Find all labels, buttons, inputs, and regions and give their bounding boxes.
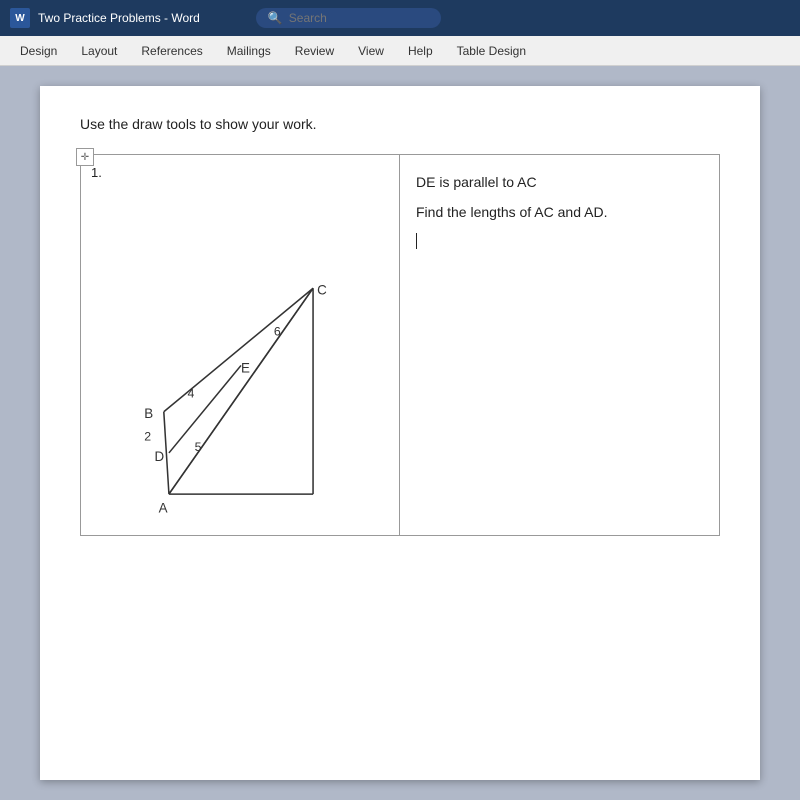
instruction-text: Use the draw tools to show your work. (80, 116, 720, 132)
tab-view[interactable]: View (346, 36, 396, 65)
tab-design[interactable]: Design (8, 36, 69, 65)
problem-table: 1. (80, 154, 720, 536)
document-area: Use the draw tools to show your work. ✛ … (0, 66, 800, 800)
geometry-diagram: A B C D E 2 4 (91, 175, 391, 525)
app-title: Two Practice Problems - Word (38, 11, 200, 25)
svg-text:4: 4 (187, 386, 194, 400)
ribbon-tabs: Design Layout References Mailings Review… (0, 36, 800, 66)
tab-references[interactable]: References (129, 36, 214, 65)
tab-review[interactable]: Review (283, 36, 346, 65)
svg-text:D: D (155, 449, 165, 464)
tab-help[interactable]: Help (396, 36, 445, 65)
tab-mailings[interactable]: Mailings (215, 36, 283, 65)
svg-text:E: E (241, 361, 250, 376)
search-icon: 🔍 (268, 11, 283, 25)
search-bar[interactable]: 🔍 (256, 8, 441, 28)
title-bar: W Two Practice Problems - Word 🔍 (0, 0, 800, 36)
search-input[interactable] (289, 11, 429, 25)
svg-text:C: C (317, 282, 327, 297)
svg-text:6: 6 (274, 325, 281, 339)
word-icon: W (10, 8, 30, 28)
text-cursor (416, 233, 417, 249)
svg-text:2: 2 (144, 430, 151, 444)
tab-table-design[interactable]: Table Design (445, 36, 538, 65)
problem-text-cell: DE is parallel to AC Find the lengths of… (400, 155, 719, 535)
svg-text:5: 5 (195, 440, 202, 454)
svg-text:B: B (144, 406, 153, 421)
page: Use the draw tools to show your work. ✛ … (40, 86, 760, 780)
parallel-statement: DE is parallel to AC (416, 171, 703, 193)
find-lengths: Find the lengths of AC and AD. (416, 201, 703, 223)
tab-layout[interactable]: Layout (69, 36, 129, 65)
diagram-cell: 1. (81, 155, 400, 535)
svg-text:A: A (159, 501, 168, 516)
title-bar-left: W Two Practice Problems - Word (10, 8, 200, 28)
